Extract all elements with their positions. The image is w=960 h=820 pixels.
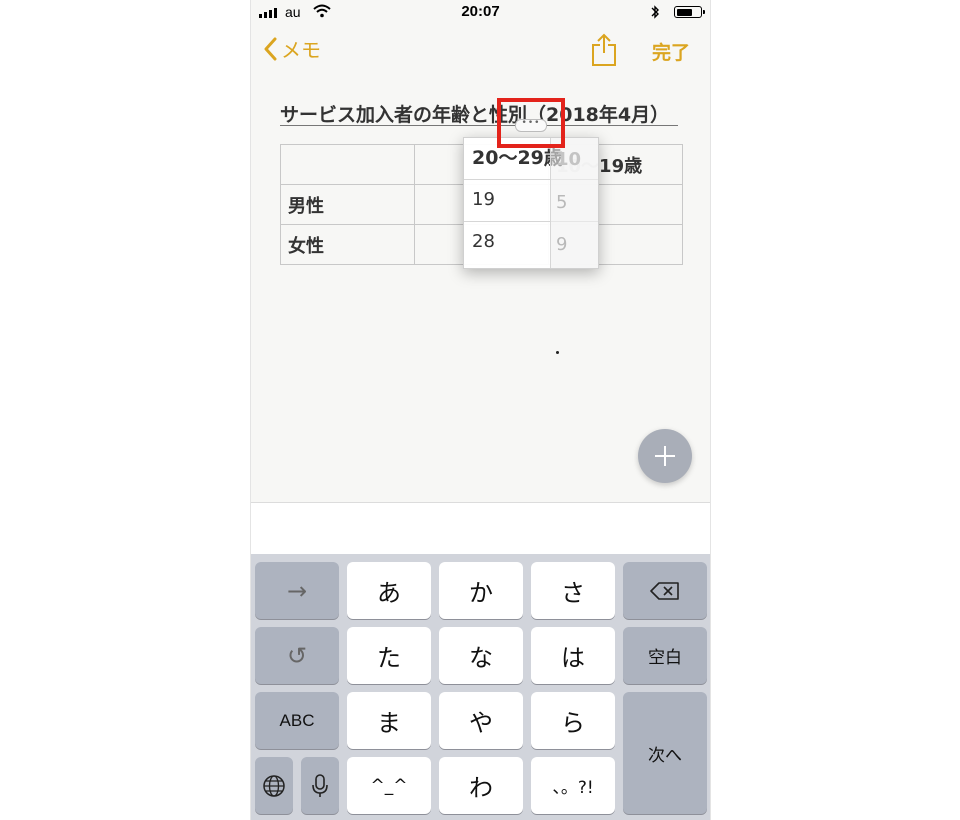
- underlying-cell-female: 9: [550, 222, 598, 268]
- next-enter-key[interactable]: 次へ: [623, 692, 707, 814]
- key-a[interactable]: あ: [347, 562, 431, 619]
- key-wa[interactable]: わ: [439, 757, 523, 814]
- abc-key[interactable]: ABC: [255, 692, 339, 749]
- bluetooth-icon: [651, 5, 659, 19]
- microphone-icon: [312, 773, 328, 797]
- plus-icon[interactable]: [638, 429, 692, 483]
- globe-icon: [263, 774, 285, 797]
- mic-key[interactable]: [301, 757, 339, 814]
- next-arrow-key[interactable]: →: [255, 562, 339, 619]
- undo-key[interactable]: ↺: [255, 627, 339, 684]
- key-ya[interactable]: や: [439, 692, 523, 749]
- battery-icon: [674, 6, 705, 18]
- highlight-box: [497, 98, 565, 148]
- back-label: メモ: [281, 38, 321, 62]
- delete-key[interactable]: [623, 562, 707, 619]
- share-icon[interactable]: [591, 33, 617, 67]
- dragged-column[interactable]: 20〜29歳 19 28 10 5 9: [463, 137, 599, 269]
- key-na[interactable]: な: [439, 627, 523, 684]
- space-key[interactable]: 空白: [623, 627, 707, 684]
- globe-key[interactable]: [255, 757, 293, 814]
- key-ka[interactable]: か: [439, 562, 523, 619]
- status-time: 20:07: [461, 3, 500, 20]
- title-underline: [280, 125, 678, 126]
- notes-app-screen: au 20:07 メモ 完了 サービス加入者の年齢と性別（2018年4月） 10…: [250, 0, 711, 820]
- underlying-cell-male: 5: [550, 180, 598, 222]
- back-button[interactable]: メモ: [263, 34, 321, 63]
- face-key[interactable]: ^_^: [347, 757, 431, 814]
- delete-backspace-icon: [650, 581, 679, 600]
- done-button[interactable]: 完了: [652, 38, 690, 65]
- key-ma[interactable]: ま: [347, 692, 431, 749]
- key-ta[interactable]: た: [347, 627, 431, 684]
- row-label-female[interactable]: 女性: [280, 224, 415, 265]
- status-bar: au 20:07: [251, 0, 710, 26]
- punctuation-key[interactable]: 、。?!: [531, 757, 615, 814]
- row-label-male[interactable]: 男性: [280, 184, 415, 225]
- key-sa[interactable]: さ: [531, 562, 615, 619]
- keyboard-accessory-bar: [251, 502, 710, 555]
- key-ha[interactable]: は: [531, 627, 615, 684]
- japanese-kana-keyboard: → あ か さ ↺ た な は 空白 ABC ま や ら 次へ ^_^ わ 、。…: [251, 554, 710, 820]
- table-cell[interactable]: [280, 144, 415, 185]
- key-ra[interactable]: ら: [531, 692, 615, 749]
- text-cursor-dot: [556, 351, 559, 354]
- note-title[interactable]: サービス加入者の年齢と性別（2018年4月）: [280, 100, 669, 127]
- chevron-left-icon: [264, 37, 277, 60]
